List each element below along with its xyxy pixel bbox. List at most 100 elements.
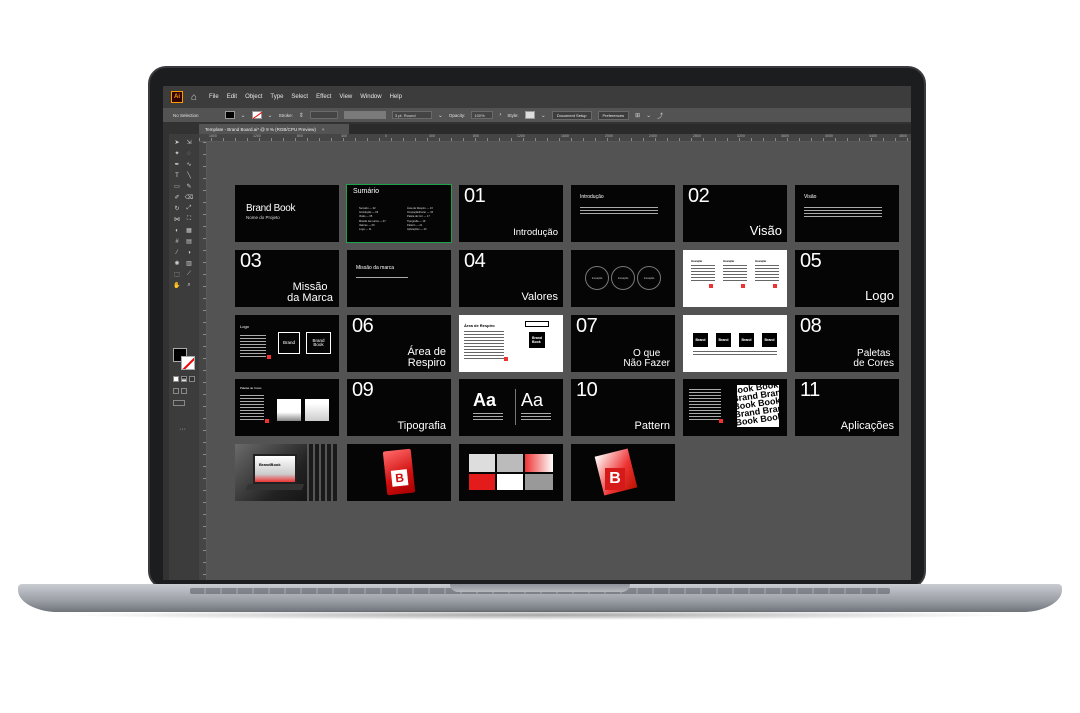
zoom-tool-icon[interactable]: ⌕ [184, 281, 194, 290]
menu-file[interactable]: File [209, 94, 219, 100]
variable-width-profile[interactable] [343, 111, 386, 119]
free-transform-tool-icon[interactable]: ⛶ [184, 215, 194, 224]
artboard-mockup-book[interactable]: B [571, 444, 675, 501]
artboard-missao-text[interactable]: Missão da marca [347, 250, 451, 307]
artboard-respiro-display[interactable]: Área de Respiro Brand Book [459, 315, 563, 372]
artboard-valores-circles[interactable]: Inovação Inovação Inovação [571, 250, 675, 307]
magic-wand-tool-icon[interactable]: ✦ [172, 149, 182, 158]
color-mode-icon[interactable] [173, 376, 179, 382]
document-setup-button[interactable]: Document Setup [551, 110, 592, 120]
artboard-04-valores[interactable]: 04 Valores [459, 250, 563, 307]
artboard-canvas[interactable]: Brand Book Nome do Projeto Sumário Sumár… [207, 142, 911, 580]
width-tool-icon[interactable]: ⋈ [172, 215, 182, 224]
menu-effect[interactable]: Effect [316, 94, 331, 100]
gradient-tool-icon[interactable]: ▤ [184, 237, 194, 246]
stroke-weight-field[interactable] [309, 111, 338, 119]
menu-window[interactable]: Window [360, 94, 381, 100]
artboard-valores-text[interactable]: Inovação Inovação Inovação [683, 250, 787, 307]
symbol-sprayer-tool-icon[interactable]: ✺ [172, 259, 182, 268]
arrange-icon[interactable]: ⊞ [635, 112, 640, 119]
hand-tool-icon[interactable]: ✋ [172, 281, 182, 290]
artboard-08-paletas-de-cores[interactable]: 08 Paletas de Cores [795, 315, 899, 372]
line-tool-icon[interactable]: ╲ [184, 171, 194, 180]
artboard-07-o-que-nao-fazer[interactable]: 07 O que Não Fazer [571, 315, 675, 372]
selection-tool-icon[interactable]: ➤ [172, 138, 182, 147]
home-icon[interactable]: ⌂ [191, 92, 197, 103]
eraser-tool-icon[interactable]: ⌫ [184, 193, 194, 202]
rotate-tool-icon[interactable]: ↻ [172, 204, 182, 213]
fill-stroke-selector[interactable] [173, 348, 197, 370]
scale-tool-icon[interactable]: ⤢ [184, 204, 194, 213]
share-icon[interactable]: ⤴ [657, 111, 663, 120]
shaper-tool-icon[interactable]: ✐ [172, 193, 182, 202]
curvature-tool-icon[interactable]: ∿ [184, 160, 194, 169]
artboard-sumario[interactable]: Sumário Sumário — 02 Introdução — 03 Vis… [346, 184, 452, 243]
gradient-mode-icon[interactable] [181, 376, 187, 382]
artboard-tipografia-display[interactable]: Aa Aa [459, 379, 563, 436]
artboard-visao-text[interactable]: Visão [795, 185, 899, 242]
lasso-tool-icon[interactable]: ◌ [184, 149, 194, 158]
pen-tool-icon[interactable]: ✒ [172, 160, 182, 169]
artboard-brand-book[interactable]: Brand Book Nome do Projeto [235, 185, 339, 242]
menu-help[interactable]: Help [390, 94, 402, 100]
document-tab[interactable]: Template - Brand Board.ai* @ 9 % (RGB/CP… [199, 124, 349, 134]
artboard-09-tipografia[interactable]: 09 Tipografia [347, 379, 451, 436]
menu-object[interactable]: Object [245, 94, 262, 100]
slice-tool-icon[interactable]: ⟋ [184, 270, 194, 279]
menu-type[interactable]: Type [270, 94, 283, 100]
chevron-down-icon[interactable]: ⌄ [438, 112, 443, 119]
chevron-down-icon[interactable]: ⌄ [541, 112, 546, 119]
menu-edit[interactable]: Edit [227, 94, 237, 100]
artboard-01-introducao[interactable]: 01 Introdução [459, 185, 563, 242]
type-tool-icon[interactable]: T [172, 171, 182, 180]
blend-tool-icon[interactable]: ◑ [184, 248, 194, 257]
chevron-down-icon[interactable]: ⌄ [241, 112, 246, 119]
section-number: 10 [576, 379, 598, 401]
artboard-mockup-stationery[interactable] [459, 444, 563, 501]
none-mode-icon[interactable] [189, 376, 195, 382]
artboard-pattern-display[interactable]: Book Book Brand Brand Book Book Brand Br… [683, 379, 787, 436]
artboard-logo-display[interactable]: Logo Brand Brand Book [235, 315, 339, 372]
column-graph-tool-icon[interactable]: ▥ [184, 259, 194, 268]
stroke-swatch[interactable] [251, 111, 262, 119]
chevron-right-icon[interactable]: › [499, 112, 501, 118]
stroke-color-box[interactable] [181, 356, 195, 370]
horizontal-ruler[interactable]: 1600 1200 800 400 0 400 800 1200 1600 20… [199, 134, 911, 142]
artboard-mockup-laptop[interactable]: BrandBook [235, 444, 339, 501]
artboard-03-missao[interactable]: 03 Missão da Marca [235, 250, 339, 307]
menu-select[interactable]: Select [291, 94, 308, 100]
artboard-mockup-bag[interactable]: B [347, 444, 451, 501]
mesh-tool-icon[interactable]: # [172, 237, 182, 246]
artboard-introducao-text[interactable]: Introdução [571, 185, 675, 242]
chevron-down-icon[interactable]: ⌄ [646, 112, 651, 119]
paintbrush-tool-icon[interactable]: ✎ [184, 182, 194, 191]
artboard-05-logo[interactable]: 05 Logo [795, 250, 899, 307]
artboard-nao-fazer-display[interactable]: Brand Brand Brand Brand [683, 315, 787, 372]
graphic-style-swatch[interactable] [524, 111, 535, 119]
eyedropper-tool-icon[interactable]: ⁄ [172, 248, 182, 257]
fill-swatch[interactable] [224, 111, 235, 119]
vertical-ruler[interactable] [199, 142, 207, 580]
draw-normal-icon[interactable] [173, 388, 179, 394]
stepper-icon[interactable]: ⇕ [299, 112, 304, 119]
opacity-field[interactable]: 100% [471, 111, 494, 119]
chevron-down-icon[interactable]: ⌄ [268, 112, 273, 119]
value-heading: Inovação [723, 260, 735, 263]
artboard-tool-icon[interactable]: ⬚ [172, 270, 182, 279]
menu-view[interactable]: View [339, 94, 352, 100]
artboard-06-area-de-respiro[interactable]: 06 Área de Respiro [347, 315, 451, 372]
screen-mode-icon[interactable] [173, 400, 185, 406]
direct-selection-tool-icon[interactable]: ⇲ [184, 138, 194, 147]
perspective-grid-tool-icon[interactable]: ▦ [184, 226, 194, 235]
artboard-11-aplicacoes[interactable]: 11 Aplicações [795, 379, 899, 436]
artboard-10-pattern[interactable]: 10 Pattern [571, 379, 675, 436]
rectangle-tool-icon[interactable]: ▭ [172, 182, 182, 191]
artboard-cores-display[interactable]: Paletas de Cores [235, 379, 339, 436]
brush-definition[interactable]: 3 pt. Round [391, 111, 432, 119]
shape-builder-tool-icon[interactable]: ◐ [172, 226, 182, 235]
close-icon[interactable]: × [322, 127, 325, 132]
artboard-02-visao[interactable]: 02 Visão [683, 185, 787, 242]
more-tools-icon[interactable]: ··· [179, 426, 186, 433]
draw-behind-icon[interactable] [181, 388, 187, 394]
preferences-button[interactable]: Preferences [597, 110, 630, 120]
